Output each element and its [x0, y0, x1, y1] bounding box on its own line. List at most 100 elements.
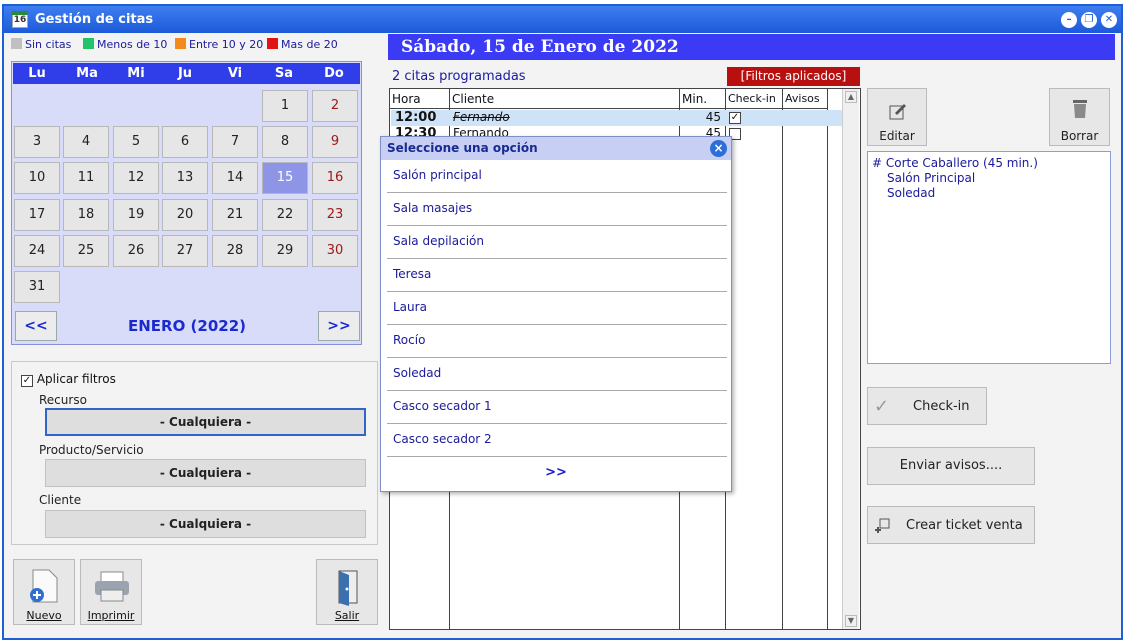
calendar-day[interactable]: 9: [312, 126, 358, 158]
calendar-day[interactable]: 28: [212, 235, 258, 267]
calendar-day[interactable]: 24: [14, 235, 60, 267]
prev-month-button[interactable]: <<: [15, 311, 57, 341]
legend-item: Menos de 10: [83, 38, 167, 51]
close-icon[interactable]: ✕: [1101, 12, 1117, 28]
calendar-day[interactable]: 27: [162, 235, 208, 267]
calendar-day[interactable]: 22: [262, 199, 308, 231]
door-exit-icon: [338, 570, 358, 606]
calendar-day[interactable]: 8: [262, 126, 308, 158]
delete-button[interactable]: Borrar: [1049, 88, 1110, 146]
appointment-detail: # Corte Caballero (45 min.) Salón Princi…: [867, 151, 1111, 364]
weekday-label: Ju: [177, 66, 193, 81]
product-label: Producto/Servicio: [39, 443, 144, 457]
legend-item: Mas de 20: [267, 38, 338, 51]
create-ticket-button[interactable]: Crear ticket venta: [867, 506, 1035, 544]
popup-option[interactable]: Casco secador 2: [387, 424, 727, 457]
calendar-day[interactable]: 31: [14, 271, 60, 303]
apply-filters-checkbox[interactable]: ✓: [21, 375, 33, 387]
calendar-day[interactable]: 21: [212, 199, 258, 231]
calendar-day[interactable]: 7: [212, 126, 258, 158]
weekday-label: Mi: [127, 66, 145, 81]
calendar-day-selected[interactable]: 15: [262, 162, 308, 194]
legend-swatch-icon: [267, 38, 278, 49]
popup-more-button[interactable]: >>: [381, 465, 731, 480]
calendar-day[interactable]: 5: [113, 126, 159, 158]
popup-option[interactable]: Casco secador 1: [387, 391, 727, 424]
product-select[interactable]: - Cualquiera -: [45, 459, 366, 487]
popup-option[interactable]: Laura: [387, 292, 727, 325]
detail-staff: Soledad: [887, 186, 936, 200]
calendar-day[interactable]: 14: [212, 162, 258, 194]
calendar-day[interactable]: 2: [312, 90, 358, 122]
calendar-day[interactable]: 16: [312, 162, 358, 194]
popup-option[interactable]: Sala masajes: [387, 193, 727, 226]
calendar-day[interactable]: 4: [63, 126, 109, 158]
appointments-count: 2 citas programadas: [392, 69, 526, 84]
row-checkin-checkbox[interactable]: ✓: [729, 112, 741, 124]
column-header-cliente[interactable]: Cliente: [450, 89, 680, 109]
calendar-day[interactable]: 6: [162, 126, 208, 158]
calendar-day[interactable]: 12: [113, 162, 159, 194]
exit-button-label: Salir: [334, 609, 360, 622]
popup-option[interactable]: Sala depilación: [387, 226, 727, 259]
calendar-day[interactable]: 25: [63, 235, 109, 267]
popup-option[interactable]: Rocío: [387, 325, 727, 358]
legend-swatch-icon: [11, 38, 22, 49]
edit-pencil-icon: [889, 104, 906, 120]
calendar-day[interactable]: 29: [262, 235, 308, 267]
filters-applied-badge: [Filtros aplicados]: [727, 67, 860, 86]
send-notices-button[interactable]: Enviar avisos....: [867, 447, 1035, 485]
column-divider: [782, 109, 783, 629]
client-select[interactable]: - Cualquiera -: [45, 510, 366, 538]
popup-option[interactable]: Soledad: [387, 358, 727, 391]
calendar-day[interactable]: 3: [14, 126, 60, 158]
calendar-day[interactable]: 19: [113, 199, 159, 231]
column-header-hora[interactable]: Hora: [390, 89, 450, 109]
delete-button-label: Borrar: [1060, 129, 1099, 143]
calendar-day[interactable]: 30: [312, 235, 358, 267]
checkin-button[interactable]: ✓ Check-in: [867, 387, 987, 425]
calendar-day[interactable]: 23: [312, 199, 358, 231]
calendar-day[interactable]: 13: [162, 162, 208, 194]
next-month-button[interactable]: >>: [318, 311, 360, 341]
option-popup: Seleccione una opción × Salón principal …: [380, 136, 732, 492]
create-ticket-label: Crear ticket venta: [906, 518, 1023, 533]
new-button[interactable]: Nuevo: [13, 559, 75, 625]
exit-button[interactable]: Salir: [316, 559, 378, 625]
edit-button[interactable]: Editar: [867, 88, 927, 146]
calendar-day[interactable]: 26: [113, 235, 159, 267]
column-header-avisos[interactable]: Avisos: [783, 89, 828, 109]
calendar-day[interactable]: 10: [14, 162, 60, 194]
column-divider: [827, 109, 828, 629]
popup-option[interactable]: Salón principal: [387, 160, 727, 193]
restore-icon[interactable]: ❐: [1081, 12, 1097, 28]
scroll-down-icon[interactable]: ▼: [845, 615, 857, 627]
scroll-up-icon[interactable]: ▲: [845, 91, 857, 103]
calendar-day[interactable]: 1: [262, 90, 308, 122]
minimize-icon[interactable]: –: [1061, 12, 1077, 28]
month-calendar: Lu Ma Mi Ju Vi Sa Do 1 2 3 4 5 6 7 8 9 1…: [11, 61, 362, 345]
popup-close-icon[interactable]: ×: [710, 140, 727, 157]
weekday-label: Do: [324, 66, 344, 81]
filters-panel: ✓ Aplicar filtros Recurso - Cualquiera -…: [11, 361, 378, 545]
edit-button-label: Editar: [879, 129, 915, 143]
printer-icon: [95, 571, 129, 602]
table-row[interactable]: 12:00 Fernando 45 ✓: [391, 110, 843, 126]
trash-icon: [1073, 100, 1087, 118]
calendar-day[interactable]: 17: [14, 199, 60, 231]
ticket-add-icon: [875, 518, 890, 533]
column-header-checkin[interactable]: Check-in: [726, 89, 783, 109]
column-header-min[interactable]: Min.: [680, 89, 726, 109]
calendar-day[interactable]: 11: [63, 162, 109, 194]
popup-option[interactable]: Teresa: [387, 259, 727, 292]
grid-scrollbar[interactable]: ▲ ▼: [842, 89, 859, 629]
print-button[interactable]: Imprimir: [80, 559, 142, 625]
weekday-label: Lu: [28, 66, 46, 81]
weekday-header: Lu Ma Mi Ju Vi Sa Do: [13, 63, 360, 84]
apply-filters-label: Aplicar filtros: [36, 372, 116, 386]
calendar-day[interactable]: 18: [63, 199, 109, 231]
apply-filters-toggle[interactable]: ✓ Aplicar filtros: [21, 372, 116, 387]
resource-select[interactable]: - Cualquiera -: [45, 408, 366, 436]
print-button-label: Imprimir: [87, 609, 135, 622]
calendar-day[interactable]: 20: [162, 199, 208, 231]
